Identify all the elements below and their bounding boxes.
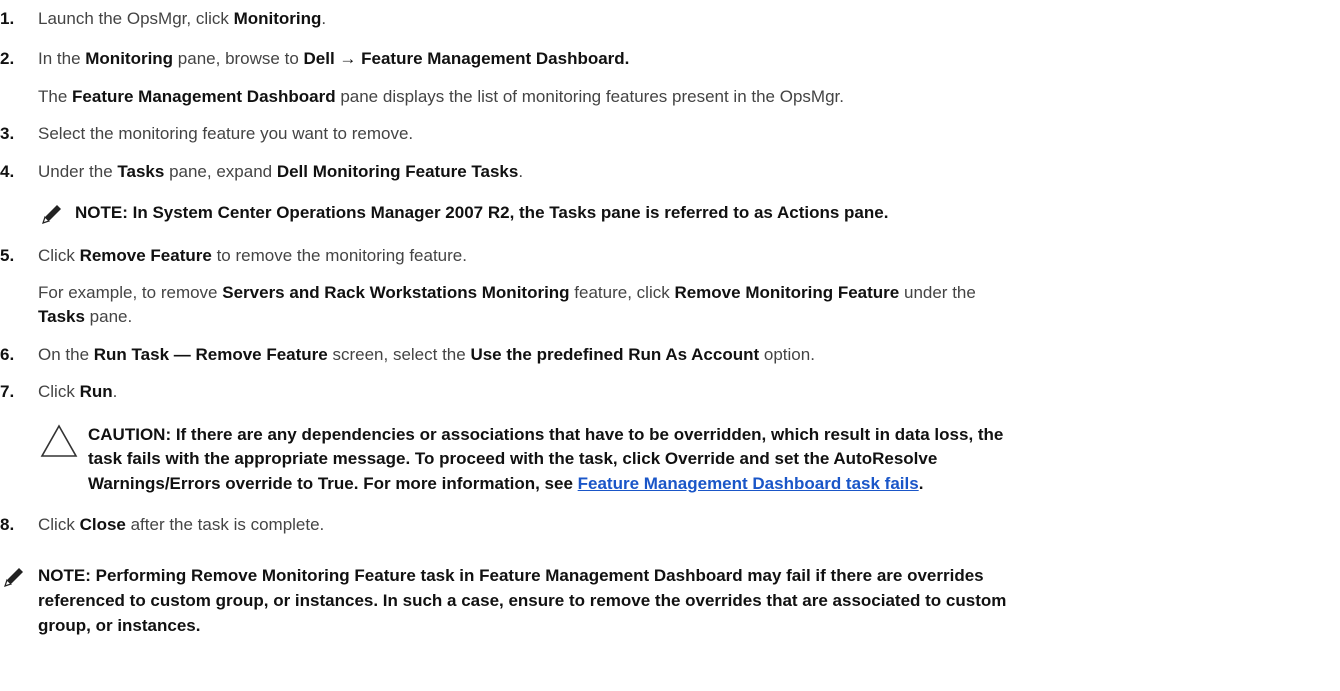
caution-line: task fails with the appropriate message.… bbox=[88, 449, 938, 468]
step-number: 6. bbox=[0, 345, 15, 364]
step-text: . bbox=[112, 382, 118, 401]
caution-line: CAUTION: If there are any dependencies o… bbox=[88, 425, 1004, 444]
bold-term: Tasks bbox=[117, 162, 165, 181]
caution-text: . bbox=[918, 474, 924, 493]
note-line: referenced to custom group, or instances… bbox=[38, 591, 1007, 610]
bold-term: Tasks bbox=[38, 307, 85, 326]
bold-term: Remove Feature bbox=[79, 246, 212, 265]
caution-text: Warnings/Errors override to True. For mo… bbox=[88, 474, 578, 493]
bold-term: Close bbox=[79, 515, 126, 534]
step-text: . bbox=[518, 162, 524, 181]
step-text: pane, expand bbox=[164, 162, 277, 181]
step-text: Select the monitoring feature you want t… bbox=[38, 124, 414, 143]
step-number: 2. bbox=[0, 49, 15, 68]
step-text: . bbox=[321, 9, 327, 28]
step-number: 4. bbox=[0, 162, 15, 181]
pencil-note-icon bbox=[42, 205, 61, 224]
step-text: In the bbox=[38, 49, 86, 68]
step-text: Under the bbox=[38, 162, 118, 181]
task-fails-link[interactable]: Feature Management Dashboard task fails bbox=[578, 474, 919, 493]
step-text: pane displays the list of monitoring fea… bbox=[335, 87, 844, 106]
step-text: after the task is complete. bbox=[125, 515, 325, 534]
step-text: On the bbox=[38, 345, 94, 364]
step-number: 5. bbox=[0, 246, 15, 265]
step-text: Launch the OpsMgr, click bbox=[38, 9, 234, 28]
bold-term: Dell Monitoring Feature Tasks bbox=[276, 162, 519, 181]
step-text: For example, to remove bbox=[38, 283, 223, 302]
step-text: Click bbox=[38, 382, 80, 401]
bold-term: Feature Management Dashboard bbox=[72, 87, 336, 106]
note-line: NOTE: Performing Remove Monitoring Featu… bbox=[38, 566, 984, 585]
bold-term: Remove Monitoring Feature bbox=[674, 283, 900, 302]
step-text: The bbox=[38, 87, 73, 106]
step-text: Click bbox=[38, 515, 80, 534]
step-text: Click bbox=[38, 246, 80, 265]
bold-term: Monitoring bbox=[233, 9, 322, 28]
note-line: group, or instances. bbox=[38, 616, 201, 635]
step-text: to remove the monitoring feature. bbox=[211, 246, 467, 265]
step-text: pane. bbox=[84, 307, 133, 326]
caution-triangle-icon bbox=[40, 424, 78, 457]
step-number: 8. bbox=[0, 515, 15, 534]
note-text: NOTE: In System Center Operations Manage… bbox=[75, 203, 889, 222]
pencil-note-icon bbox=[4, 568, 23, 587]
step-text: pane, browse to bbox=[173, 49, 304, 68]
bold-term: Run bbox=[79, 382, 113, 401]
bold-term: Dell → Feature Management Dashboard. bbox=[303, 49, 630, 68]
step-number: 1. bbox=[0, 9, 15, 28]
bold-term: Use the predefined Run As Account bbox=[470, 345, 760, 364]
step-text: under the bbox=[899, 283, 976, 302]
step-number: 7. bbox=[0, 382, 15, 401]
step-text: option. bbox=[759, 345, 815, 364]
step-text: screen, select the bbox=[327, 345, 471, 364]
bold-term: Servers and Rack Workstations Monitoring bbox=[222, 283, 570, 302]
step-number: 3. bbox=[0, 124, 15, 143]
caution-line: Warnings/Errors override to True. For mo… bbox=[88, 474, 1340, 494]
bold-term: Monitoring bbox=[85, 49, 174, 68]
step-text: feature, click bbox=[569, 283, 675, 302]
bold-term: Run Task — Remove Feature bbox=[93, 345, 328, 364]
